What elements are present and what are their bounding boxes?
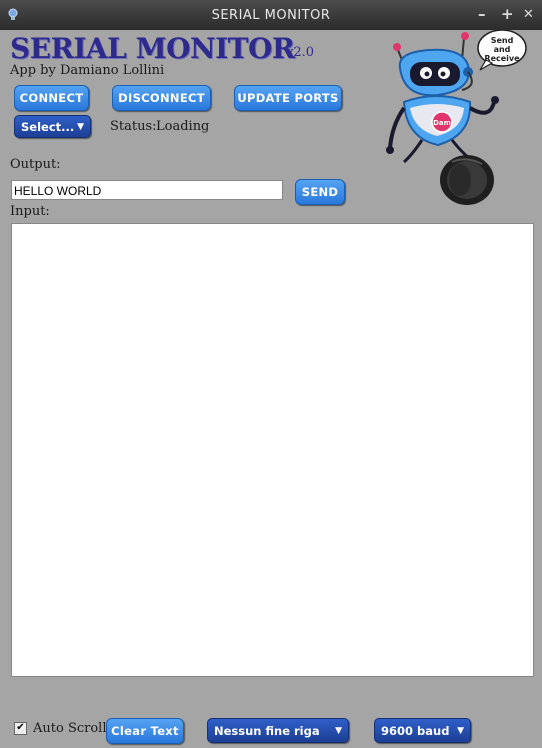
maximize-button[interactable]: +: [501, 5, 514, 23]
line-ending-value: Nessun fine riga: [214, 724, 320, 738]
disconnect-button[interactable]: DISCONNECT: [112, 85, 211, 111]
line-ending-select[interactable]: Nessun fine riga ▼: [207, 718, 349, 743]
baud-select[interactable]: 9600 baud ▼: [374, 718, 471, 743]
output-label: Output:: [10, 157, 61, 172]
status-value: Loading: [156, 119, 210, 134]
clear-text-button[interactable]: Clear Text: [106, 718, 184, 744]
status-label: Status:: [110, 119, 157, 134]
minimize-button[interactable]: –: [478, 5, 486, 23]
badge-text: Dam: [433, 119, 451, 127]
port-select[interactable]: Select... ▼: [14, 115, 91, 138]
author-byline: App by Damiano Lollini: [10, 63, 165, 78]
page-title: SERIAL MONITOR: [10, 32, 295, 65]
chevron-down-icon: ▼: [77, 122, 84, 132]
title-bar: SERIAL MONITOR – + ✕: [0, 0, 542, 30]
auto-scroll-checkbox[interactable]: ✔: [14, 722, 27, 735]
output-field[interactable]: HELLO WORLD: [11, 180, 283, 200]
connect-button[interactable]: CONNECT: [14, 85, 89, 111]
chevron-down-icon: ▼: [457, 726, 464, 736]
version-label: v2.0: [286, 45, 315, 60]
robot-mascot-illustration: Send and Receive Dam: [386, 30, 527, 205]
input-label: Input:: [10, 204, 50, 219]
input-textarea[interactable]: [11, 223, 534, 677]
app-window: SERIAL MONITOR – + ✕ SERIAL MONITOR v2.0…: [0, 0, 542, 748]
speech-line-3: Receive: [484, 54, 520, 63]
update-ports-button[interactable]: UPDATE PORTS: [234, 85, 342, 111]
chevron-down-icon: ▼: [335, 726, 342, 736]
close-button[interactable]: ✕: [523, 7, 534, 22]
auto-scroll-label: Auto Scroll: [33, 721, 107, 736]
baud-value: 9600 baud: [381, 724, 450, 738]
speech-line-2: and: [494, 45, 511, 54]
window-title: SERIAL MONITOR: [211, 8, 331, 23]
speech-line-1: Send: [491, 36, 514, 45]
port-select-value: Select...: [21, 120, 75, 134]
send-button[interactable]: SEND: [295, 179, 345, 205]
